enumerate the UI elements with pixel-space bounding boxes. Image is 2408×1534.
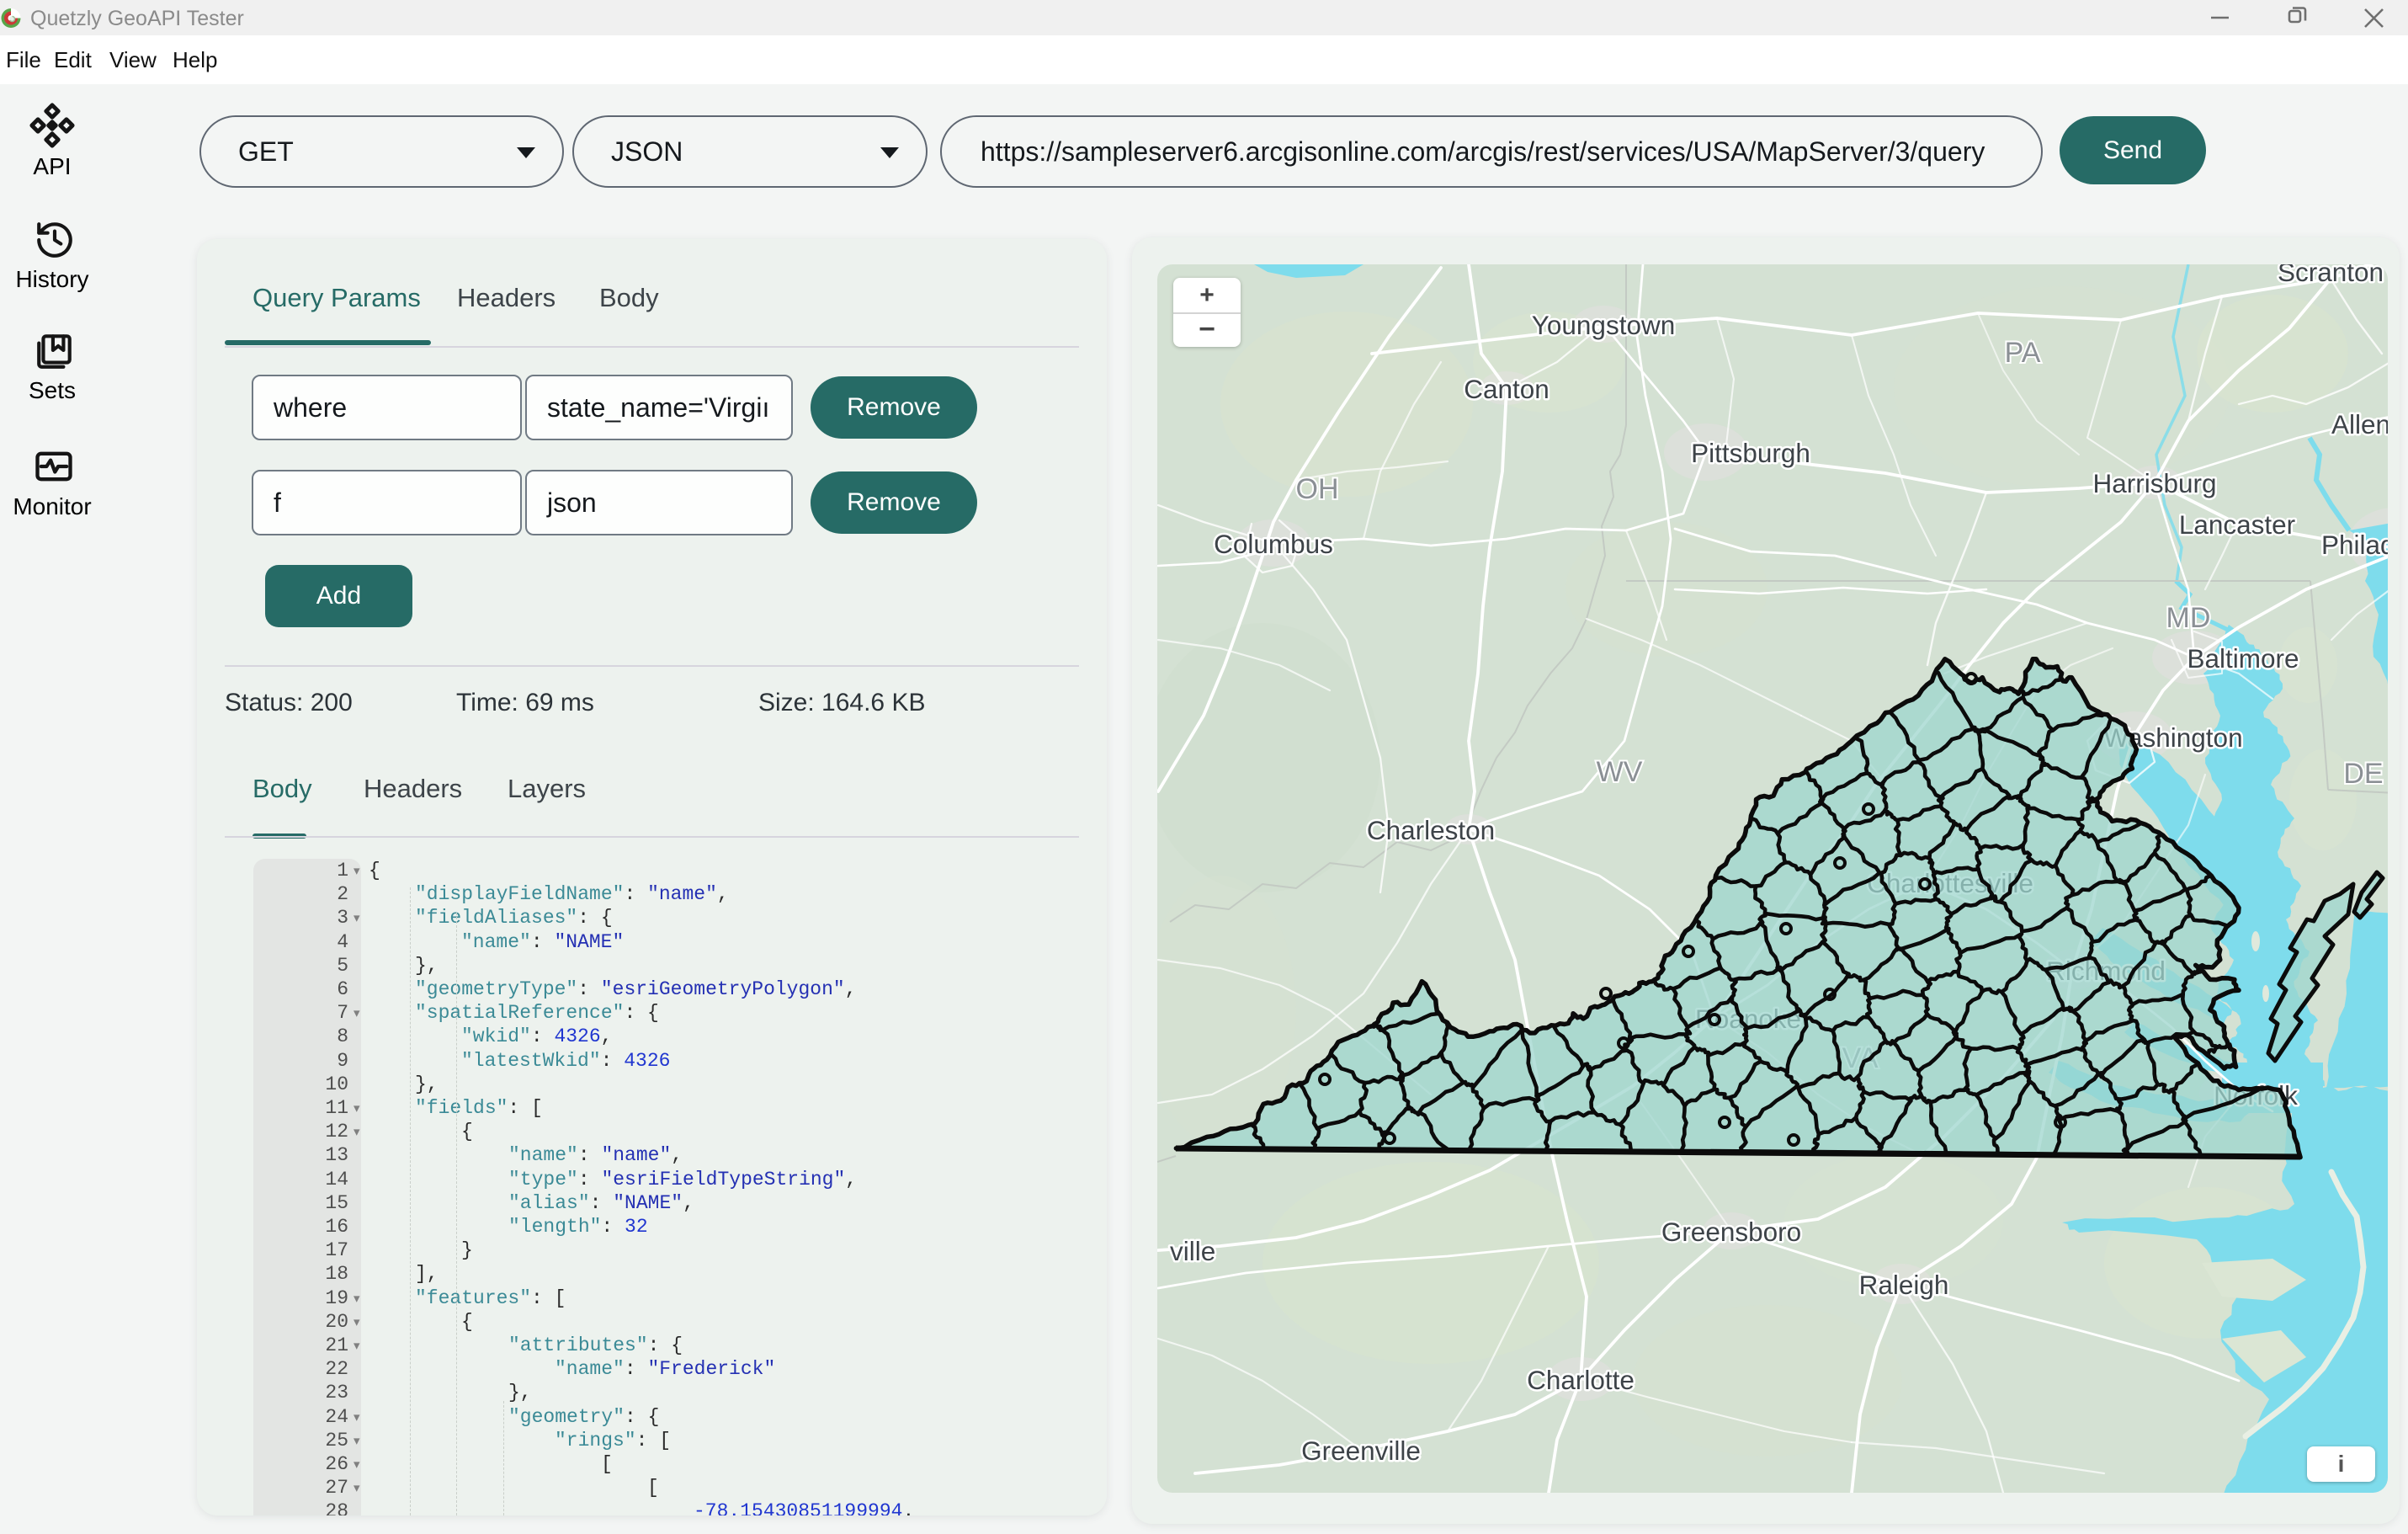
svg-text:Greenville: Greenville [1301,1435,1421,1466]
svg-text:ville: ville [1170,1236,1215,1266]
svg-text:WV: WV [1597,756,1643,788]
svg-text:Charlotte: Charlotte [1527,1365,1635,1395]
svg-text:Philadelphia: Philadelphia [2321,530,2388,560]
svg-text:Raleigh: Raleigh [1859,1270,1949,1300]
svg-text:Canton: Canton [1464,374,1550,404]
svg-text:MD: MD [2166,602,2211,634]
svg-text:DE: DE [2343,758,2383,790]
svg-text:OH: OH [1296,473,1339,505]
svg-text:Scranton: Scranton [2278,264,2384,287]
svg-text:PA: PA [2005,337,2041,369]
svg-text:Columbus: Columbus [1214,529,1333,559]
svg-text:Greensboro: Greensboro [1661,1217,1801,1247]
svg-text:Youngstown: Youngstown [1532,310,1675,340]
svg-text:Charleston: Charleston [1367,815,1495,845]
svg-text:Allentown: Allentown [2331,409,2388,439]
svg-text:Pittsburgh: Pittsburgh [1691,438,1810,468]
svg-text:Harrisburg: Harrisburg [2092,468,2216,498]
svg-text:Lancaster: Lancaster [2179,509,2295,540]
svg-text:Baltimore: Baltimore [2187,643,2299,674]
